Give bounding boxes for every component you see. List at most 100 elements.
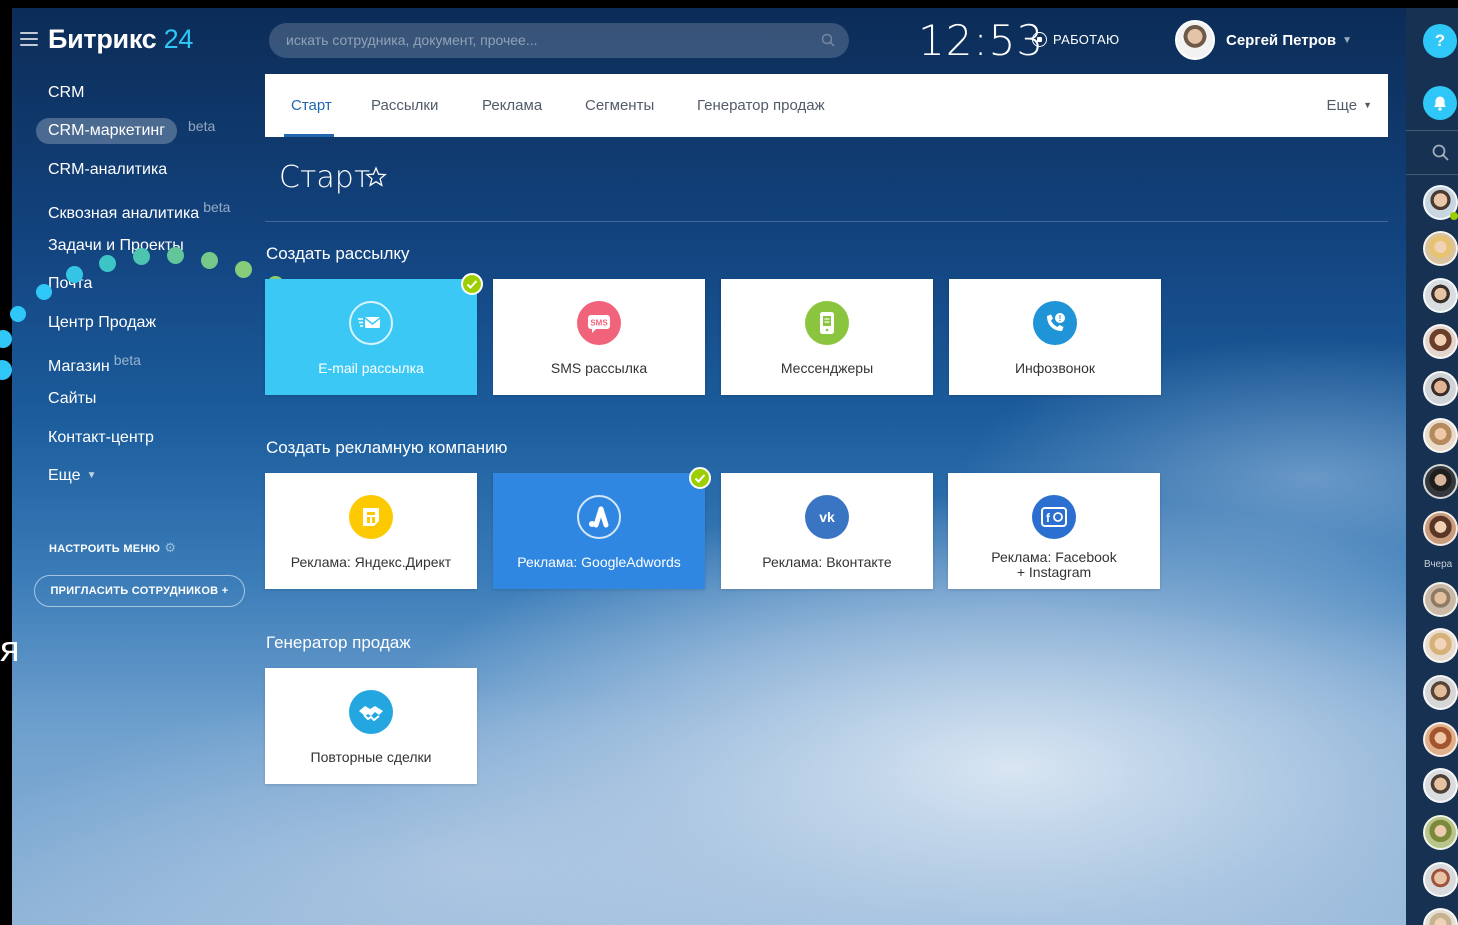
menu-toggle-icon[interactable] [20, 32, 38, 50]
sidebar-item-crm-marketing[interactable]: CRM-маркетинг [36, 118, 178, 144]
search-icon[interactable] [821, 33, 835, 47]
tab-start[interactable]: Старт [291, 97, 332, 114]
avatar[interactable] [1423, 418, 1458, 453]
sidebar-item-shop[interactable]: Магазин beta [48, 352, 141, 376]
tile-infocall[interactable]: ! Инфозвонок [949, 279, 1161, 395]
avatar[interactable] [1423, 582, 1458, 617]
decor-dot [36, 284, 52, 300]
tab-mailings[interactable]: Рассылки [371, 97, 438, 114]
tile-yandex-direct[interactable]: Реклама: Яндекс.Директ [265, 473, 477, 589]
tab-advertising[interactable]: Реклама [482, 97, 542, 114]
decor-dot [66, 266, 83, 283]
beta-badge: beta [188, 118, 216, 134]
decor-dot [133, 248, 150, 265]
section-title-sales-generator: Генератор продаж [266, 633, 411, 652]
vk-icon: vk [805, 495, 849, 539]
tile-label: Мессенджеры [780, 360, 874, 376]
check-icon [461, 273, 483, 295]
avatar[interactable] [1175, 20, 1215, 60]
messenger-icon [805, 301, 849, 345]
avatar[interactable] [1423, 722, 1458, 757]
avatar[interactable] [1423, 768, 1458, 803]
avatar[interactable] [1423, 628, 1458, 663]
check-icon [689, 467, 711, 489]
divider [1406, 130, 1458, 131]
svg-text:f: f [1046, 511, 1051, 525]
sidebar-item-crm-analytics[interactable]: CRM-аналитика [48, 161, 167, 179]
avatar[interactable] [1423, 675, 1458, 710]
tile-label: Реклама: GoogleAdwords [517, 554, 681, 570]
tile-label: Инфозвонок [1014, 360, 1096, 376]
beta-badge: beta [203, 199, 231, 215]
divider [1406, 174, 1458, 175]
online-indicator [1450, 212, 1458, 220]
google-adwords-icon [577, 495, 621, 539]
help-button[interactable]: ? [1423, 24, 1457, 58]
gear-icon: ⚙ [164, 540, 177, 555]
svg-text:!: ! [1059, 314, 1062, 323]
tile-vkontakte[interactable]: vk Реклама: Вконтакте [721, 473, 933, 589]
decor-dot [201, 252, 218, 269]
invite-employees-button[interactable]: ПРИГЛАСИТЬ СОТРУДНИКОВ + [34, 575, 245, 607]
user-menu[interactable]: Сергей Петров ▼ [1226, 32, 1352, 49]
tile-label: E-mail рассылка [318, 360, 424, 376]
bell-icon [1434, 96, 1446, 111]
handshake-icon [349, 690, 393, 734]
tile-label: Реклама: Вконтакте [762, 554, 892, 570]
clock[interactable]: 12:53 [918, 16, 1044, 65]
decor-dot [167, 247, 184, 264]
sms-icon: SMS [577, 301, 621, 345]
frame-left [0, 0, 12, 925]
configure-menu-button[interactable]: НАСТРОИТЬ МЕНЮ ⚙ [49, 540, 176, 556]
decor-dot [99, 255, 116, 272]
sidebar-item-end-to-end-analytics[interactable]: Сквозная аналитика beta [48, 199, 230, 223]
email-icon [349, 301, 393, 345]
tile-email-mailing[interactable]: E-mail рассылка [265, 273, 483, 395]
svg-text:SMS: SMS [590, 319, 608, 328]
frame-top [0, 0, 1458, 8]
section-title-mailing: Создать рассылку [266, 244, 410, 263]
background-sky [12, 8, 1406, 925]
tab-bar: Старт Рассылки Реклама Сегменты Генерато… [265, 74, 1388, 137]
tile-google-adwords[interactable]: Реклама: GoogleAdwords [493, 467, 711, 589]
sidebar-item-sales-center[interactable]: Центр Продаж [48, 314, 156, 332]
decor-dot [235, 261, 252, 278]
tile-label: Реклама: Facebook + Instagram [991, 549, 1117, 580]
avatar[interactable] [1423, 862, 1458, 897]
phone-icon: ! [1033, 301, 1077, 345]
stray-glyph: я [0, 628, 20, 669]
chevron-down-icon: ▼ [1342, 35, 1353, 46]
beta-badge: beta [113, 352, 141, 368]
work-status-button[interactable]: РАБОТАЮ [1032, 32, 1119, 47]
star-icon[interactable] [365, 166, 387, 188]
sidebar-item-crm[interactable]: CRM [48, 84, 84, 102]
sidebar-item-tasks[interactable]: Задачи и Проекты [48, 237, 184, 255]
chevron-down-icon: ▼ [86, 470, 97, 481]
notifications-button[interactable] [1423, 86, 1457, 120]
yandex-direct-icon [349, 495, 393, 539]
avatar[interactable] [1423, 231, 1458, 266]
tile-repeat-deals[interactable]: Повторные сделки [265, 668, 477, 784]
sidebar-item-more[interactable]: Еще ▼ [48, 467, 96, 485]
svg-text:vk: vk [819, 509, 835, 525]
search-icon[interactable] [1431, 143, 1451, 163]
tab-sales-generator[interactable]: Генератор продаж [697, 97, 825, 114]
logo[interactable]: Битрикс 24 [48, 24, 193, 55]
record-icon [1032, 32, 1047, 47]
tile-sms-mailing[interactable]: SMS SMS рассылка [493, 279, 705, 395]
tile-facebook-instagram[interactable]: f Реклама: Facebook + Instagram [948, 473, 1160, 589]
page-title: Старт [279, 160, 371, 195]
avatar[interactable] [1423, 278, 1458, 313]
avatar[interactable] [1423, 324, 1458, 359]
tab-segments[interactable]: Сегменты [585, 97, 654, 114]
tile-messengers[interactable]: Мессенджеры [721, 279, 933, 395]
avatar[interactable] [1423, 511, 1458, 546]
tile-label: SMS рассылка [550, 360, 648, 376]
sidebar-item-contact-center[interactable]: Контакт-центр [48, 429, 154, 447]
search-input[interactable]: искать сотрудника, документ, прочее... [269, 23, 849, 58]
tab-more[interactable]: Еще ▼ [1327, 97, 1372, 114]
avatar[interactable] [1423, 464, 1458, 499]
avatar[interactable] [1423, 371, 1458, 406]
avatar[interactable] [1423, 815, 1458, 850]
sidebar-item-sites[interactable]: Сайты [48, 390, 96, 408]
